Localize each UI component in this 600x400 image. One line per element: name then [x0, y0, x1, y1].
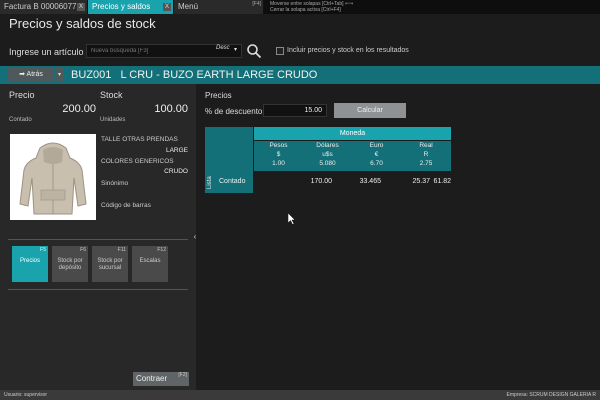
scales-button-label: Escalas [139, 258, 161, 264]
collapse-button[interactable]: Contraer [F2] [133, 372, 189, 386]
currency-rate: 5.080 [319, 160, 336, 167]
tab-hint-close: Cerrar la solapa activa [Ctrl+F4] [270, 7, 341, 13]
chevron-down-icon[interactable]: ▾ [234, 46, 237, 53]
tab-prices-label: Precios y saldos [92, 2, 151, 11]
currency-symbol: u$s [322, 151, 333, 158]
price-sub: Contado [9, 117, 32, 123]
search-icon[interactable] [246, 43, 262, 59]
scales-button[interactable]: F12 Escalas [132, 246, 168, 282]
include-prices-checkbox[interactable] [276, 47, 284, 55]
table-cell: 61.82 [433, 178, 451, 185]
stock-by-branch-key: F11 [117, 247, 126, 253]
stock-sub: Unidades [100, 117, 126, 123]
row-label: Contado [219, 178, 246, 185]
search-order-dropdown[interactable]: Desc [216, 45, 230, 51]
back-button[interactable]: ➡ Atrás [8, 68, 54, 82]
status-user: Usuario: supervisor [4, 392, 48, 398]
tab-invoice-close-icon[interactable]: X [77, 3, 85, 11]
search-label: Ingrese un artículo [9, 47, 84, 57]
currency-name: Real [419, 142, 433, 149]
currency-column: Dólares u$s 5.080 [303, 141, 352, 171]
synonym-label: Sinónimo [101, 180, 129, 187]
product-image [10, 134, 96, 220]
tab-menu[interactable]: Menú [F4] [174, 0, 264, 14]
table-cell: 170.00 [310, 178, 332, 185]
currency-header: Moneda [254, 127, 451, 140]
prices-button-label: Precios [19, 258, 40, 264]
article-description: L CRU - BUZO EARTH LARGE CRUDO [120, 69, 318, 81]
hoodie-image [19, 142, 87, 215]
stock-by-branch-button[interactable]: F11 Stock por sucursal [92, 246, 128, 282]
currency-rate: 1.00 [272, 160, 285, 167]
stock-by-warehouse-label: Stock por depósito [57, 258, 83, 271]
collapse-button-label: Contraer [136, 374, 168, 383]
calculate-button[interactable]: Calcular [334, 103, 406, 118]
tab-prices[interactable]: Precios y saldos X [88, 0, 174, 14]
prices-section-title: Precios [205, 91, 232, 100]
status-bar: Usuario: supervisor Empresa: SCRUM DESIG… [0, 390, 600, 400]
tab-invoice-label: Factura B 00006077 [4, 2, 77, 11]
currency-column: Real R 2.75 [401, 141, 451, 171]
tab-menu-label: Menú [178, 2, 199, 11]
tab-invoice[interactable]: Factura B 00006077 X [0, 0, 88, 14]
table-cell: 33.465 [359, 178, 381, 185]
stock-by-branch-label: Stock por sucursal [97, 258, 123, 271]
price-value: 200.00 [62, 103, 96, 115]
discount-input[interactable] [263, 104, 327, 117]
search-row: Ingrese un artículo Desc ▾ Incluir preci… [0, 38, 600, 66]
stock-by-warehouse-button[interactable]: F6 Stock por depósito [52, 246, 88, 282]
list-column: Lista Contado [205, 127, 253, 193]
currency-symbol: R [423, 151, 429, 158]
list-header: Lista [207, 176, 213, 189]
page-title: Precios y saldos de stock [9, 16, 156, 31]
currency-column: Pesos $ 1.00 [254, 141, 303, 171]
article-title: BUZ001 L CRU - BUZO EARTH LARGE CRUDO [71, 68, 317, 82]
attr-size-label: TALLE OTRAS PRENDAS [101, 136, 178, 143]
currency-rate: 6.70 [370, 160, 383, 167]
currency-name: Dólares [316, 142, 339, 149]
stock-label: Stock [100, 90, 123, 100]
attr-color-value: CRUDO [164, 168, 188, 175]
currency-rate: 2.75 [419, 160, 433, 167]
divider [8, 239, 188, 240]
discount-label: % de descuento [205, 107, 263, 116]
currency-column: Euro € 6.70 [352, 141, 401, 171]
currency-name: Pesos [269, 142, 288, 149]
barcode-label: Código de barras [101, 202, 151, 209]
include-prices-label: Incluir precios y stock en los resultado… [287, 47, 409, 54]
stock-by-warehouse-key: F6 [80, 247, 86, 253]
collapse-key: [F2] [178, 372, 187, 378]
back-menu-icon[interactable]: ▾ [55, 68, 64, 82]
scales-key: F12 [157, 247, 166, 253]
mouse-pointer-icon [288, 213, 296, 225]
prices-panel: Precios % de descuento Calcular Lista Co… [200, 84, 600, 390]
tab-bar: Factura B 00006077 X Precios y saldos X … [0, 0, 600, 14]
status-company: Empresa: SCRUM DESIGN GALERIA R [506, 392, 596, 398]
currency-name: Euro [369, 142, 384, 149]
prices-key: F5 [40, 247, 46, 253]
prices-button[interactable]: F5 Precios [12, 246, 48, 282]
chevron-left-icon[interactable]: ‹ [190, 230, 200, 244]
attr-color-label: COLORES GENERICOS [101, 158, 174, 165]
currency-symbol: $ [276, 151, 281, 158]
article-detail-panel: Precio 200.00 Contado Stock 100.00 Unida… [0, 84, 196, 390]
price-label: Precio [9, 90, 35, 100]
article-code: BUZ001 [71, 69, 112, 81]
divider [8, 289, 188, 290]
prices-table: Lista Contado Moneda Pesos $ 1.00 Dólare… [205, 127, 451, 193]
tab-hints: Moverse entre solapas [Ctrl+Tab] ⇐⇒ Cerr… [264, 0, 353, 14]
tab-prices-close-icon[interactable]: X [163, 3, 171, 11]
article-header: ➡ Atrás ▾ BUZ001 L CRU - BUZO EARTH LARG… [0, 66, 600, 84]
stock-value: 100.00 [154, 103, 188, 115]
currency-symbol: € [374, 151, 379, 158]
tab-menu-key: [F4] [252, 1, 261, 7]
attr-size-value: LARGE [165, 147, 188, 154]
